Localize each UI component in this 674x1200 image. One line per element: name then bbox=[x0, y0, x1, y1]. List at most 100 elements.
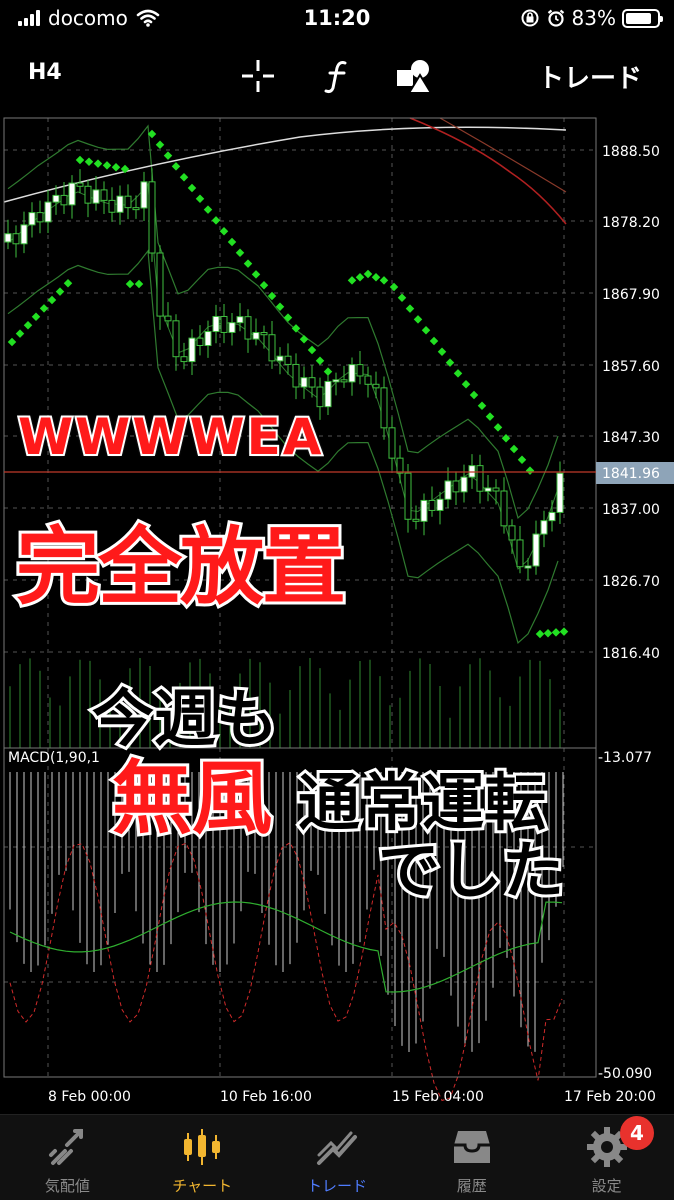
sar-dot bbox=[405, 304, 415, 313]
candle-body bbox=[276, 355, 284, 362]
sar-dot bbox=[355, 272, 365, 282]
candle-body bbox=[140, 181, 148, 209]
overlay-line3: でした bbox=[375, 831, 567, 910]
overlay-brand: WWWWEA bbox=[16, 406, 324, 468]
current-price-label: 1841.96 bbox=[602, 466, 660, 482]
sar-dot bbox=[155, 140, 165, 150]
candle-body bbox=[508, 525, 516, 541]
macd-axis-bottom: -50.090 bbox=[598, 1066, 652, 1082]
sar-dot bbox=[283, 313, 293, 322]
time-label: 10 Feb 16:00 bbox=[220, 1089, 312, 1105]
candle-body bbox=[172, 320, 180, 358]
candle-body bbox=[316, 386, 324, 408]
sar-dot bbox=[501, 433, 511, 443]
candle-body bbox=[124, 195, 132, 209]
candle-body bbox=[116, 195, 124, 213]
candle-body bbox=[68, 182, 76, 206]
sar-dot bbox=[379, 276, 389, 285]
price-label: 1816.40 bbox=[602, 646, 660, 662]
sar-dot bbox=[493, 423, 503, 432]
candle-body bbox=[364, 375, 372, 385]
sar-dot bbox=[134, 279, 144, 289]
macd-axis-top: -13.077 bbox=[598, 750, 652, 766]
candle-body bbox=[428, 499, 436, 511]
candle-body bbox=[36, 212, 44, 223]
objects-icon[interactable] bbox=[394, 56, 434, 96]
time-label: 17 Feb 20:00 bbox=[564, 1089, 656, 1105]
function-icon[interactable] bbox=[318, 56, 358, 96]
sar-dot bbox=[227, 237, 237, 247]
trade-icon bbox=[313, 1123, 361, 1171]
candle-body bbox=[108, 199, 116, 213]
sar-dot bbox=[55, 287, 65, 296]
sar-dot bbox=[211, 216, 221, 225]
candle-body bbox=[548, 511, 556, 522]
sar-dot bbox=[525, 466, 535, 475]
alarm-icon bbox=[547, 9, 564, 27]
sar-dot bbox=[461, 379, 471, 389]
tab-quotes[interactable]: 気配値 bbox=[0, 1115, 135, 1200]
battery-icon bbox=[622, 8, 663, 28]
crosshair-icon[interactable] bbox=[238, 56, 278, 96]
candle-body bbox=[444, 480, 452, 500]
candle-body bbox=[500, 490, 508, 527]
sar-dot bbox=[307, 345, 317, 355]
sar-dot bbox=[559, 627, 569, 636]
sar-dot bbox=[187, 183, 197, 193]
sar-dot bbox=[291, 324, 301, 333]
candle-body bbox=[204, 331, 212, 346]
candle-body bbox=[28, 212, 36, 226]
sar-dot bbox=[195, 194, 205, 204]
sar-dot bbox=[429, 336, 439, 346]
sar-dot bbox=[445, 358, 455, 367]
candle-body bbox=[524, 565, 532, 569]
orientation-lock-icon bbox=[521, 9, 539, 27]
sar-dot bbox=[509, 444, 519, 454]
candle-body bbox=[388, 427, 396, 459]
sar-dot bbox=[171, 162, 181, 171]
candle-body bbox=[92, 189, 100, 204]
candle-body bbox=[452, 480, 460, 493]
overlay-mufu: 無風 bbox=[109, 749, 275, 848]
candle-body bbox=[252, 332, 260, 340]
status-bar: docomo 11:20 83% bbox=[0, 0, 674, 40]
sar-dot bbox=[389, 282, 399, 292]
sar-dot bbox=[7, 337, 17, 347]
candle-body bbox=[396, 457, 404, 474]
sar-dot bbox=[315, 356, 325, 366]
notification-badge: 4 bbox=[620, 1116, 654, 1150]
candle-body bbox=[308, 377, 316, 388]
sar-dot bbox=[251, 270, 261, 279]
sar-dot bbox=[15, 329, 25, 338]
sar-dot bbox=[39, 304, 49, 313]
price-label: 1878.20 bbox=[602, 215, 660, 231]
tab-trade[interactable]: トレード bbox=[270, 1115, 405, 1200]
candle-body bbox=[196, 337, 204, 346]
timeframe-button[interactable]: H4 bbox=[28, 60, 62, 85]
tab-settings[interactable]: 設定 bbox=[539, 1115, 674, 1200]
trade-button[interactable]: トレード bbox=[538, 58, 642, 95]
history-icon bbox=[448, 1123, 496, 1171]
price-label: 1837.00 bbox=[602, 502, 660, 518]
candle-body bbox=[180, 356, 188, 363]
candle-body bbox=[348, 364, 356, 383]
candle-body bbox=[212, 315, 220, 333]
chart-toolbar: H4 トレード bbox=[0, 48, 674, 104]
sar-dot bbox=[84, 157, 94, 167]
candle-body bbox=[156, 252, 164, 317]
sar-dot bbox=[453, 369, 463, 378]
candle-body bbox=[532, 533, 540, 567]
candle-body bbox=[516, 539, 524, 568]
tab-history[interactable]: 履歴 bbox=[404, 1115, 539, 1200]
status-right: 83% bbox=[520, 6, 663, 30]
sar-dot bbox=[259, 280, 269, 290]
tab-label: 設定 bbox=[591, 1177, 622, 1195]
candle-body bbox=[148, 181, 156, 254]
tab-chart[interactable]: チャート bbox=[135, 1115, 270, 1200]
sar-dot bbox=[75, 155, 85, 165]
candle-body bbox=[556, 472, 564, 513]
candle-body bbox=[228, 322, 236, 333]
sar-dot bbox=[299, 334, 309, 344]
candle-body bbox=[260, 332, 268, 336]
ma-fast bbox=[409, 117, 567, 225]
